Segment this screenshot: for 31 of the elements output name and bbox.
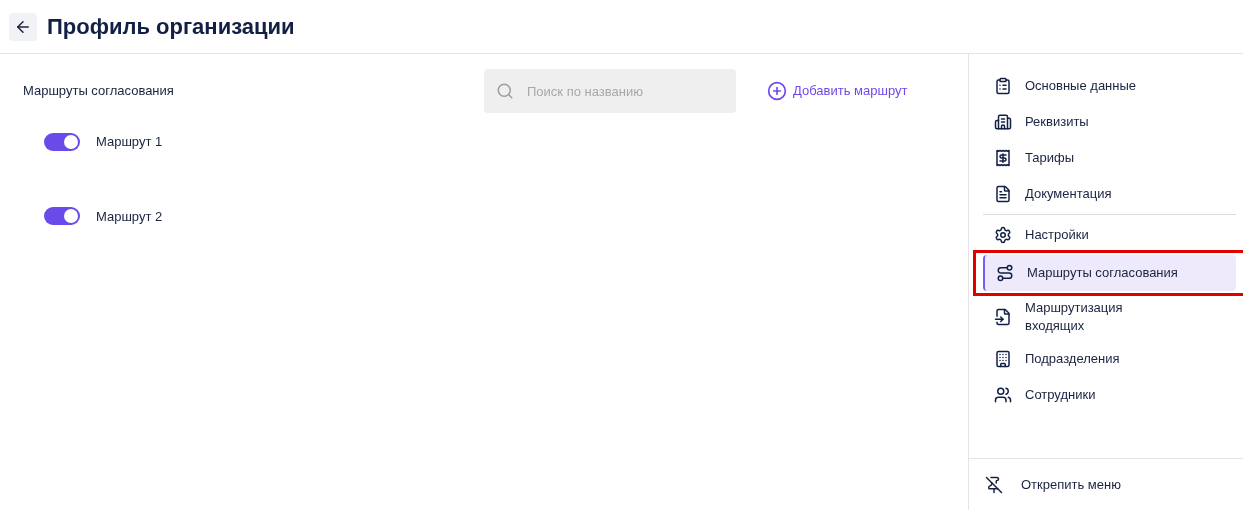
route-name: Маршрут 2 — [96, 207, 163, 226]
plus-circle-icon — [767, 81, 787, 101]
sidebar-item[interactable]: Тарифы — [983, 140, 1236, 176]
search-icon — [496, 82, 514, 100]
document-icon — [994, 185, 1012, 203]
route-name: Маршрут 1 — [96, 133, 163, 151]
sidebar-item[interactable]: Основные данные — [983, 68, 1236, 104]
section-title: Маршруты согласования — [23, 82, 175, 101]
building-icon — [994, 113, 1012, 131]
add-route-link[interactable]: Добавить маршрут — [767, 81, 908, 101]
sidebar-item[interactable]: Подразделения — [983, 341, 1236, 377]
people-icon — [994, 386, 1012, 404]
sidebar-item[interactable]: Настройки — [983, 217, 1236, 253]
settings-icon — [994, 226, 1012, 244]
unpin-menu-button[interactable]: Открепить меню — [985, 474, 1121, 495]
search-field[interactable]: Поиск по названию — [484, 69, 736, 113]
receipt-icon — [994, 149, 1012, 167]
sidebar-item[interactable]: Сотрудники — [983, 377, 1236, 413]
sidebar-item[interactable]: Документация — [983, 176, 1236, 212]
file-import-icon — [994, 308, 1012, 326]
unpin-icon — [985, 475, 1003, 494]
back-button[interactable] — [9, 12, 37, 41]
toggle-switch[interactable] — [44, 207, 80, 226]
sidebar-item[interactable]: Маршруты согласования — [983, 255, 1236, 291]
page-title: Профиль организации — [47, 13, 295, 41]
route-icon — [996, 264, 1014, 282]
sidebar-item[interactable]: Маршрутизация входящих — [983, 293, 1236, 341]
sidebar-item[interactable]: Реквизиты — [983, 104, 1236, 140]
clipboard-icon — [994, 77, 1012, 95]
office-building-icon — [994, 350, 1012, 368]
toggle-switch[interactable] — [44, 132, 80, 151]
